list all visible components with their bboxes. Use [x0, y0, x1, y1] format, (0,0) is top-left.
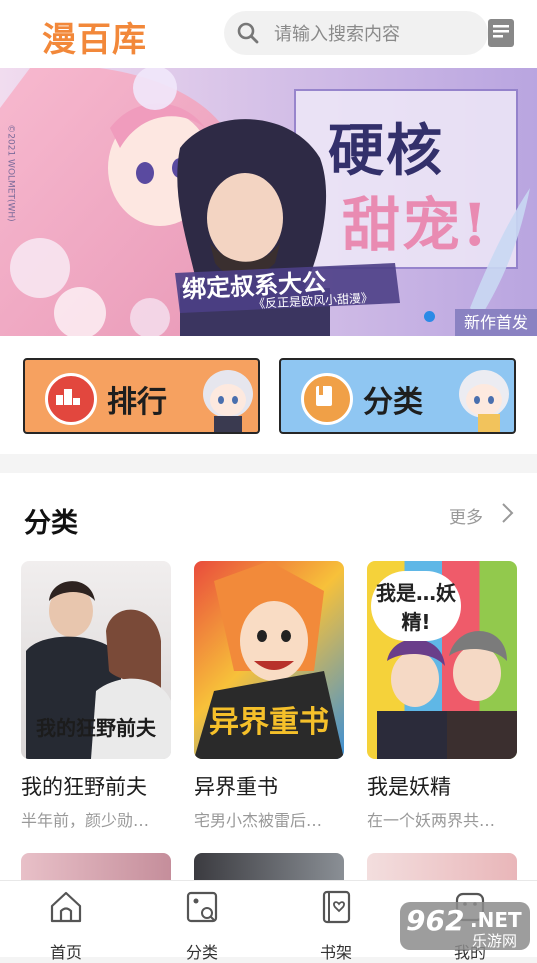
more-link[interactable]: 更多	[449, 503, 483, 528]
comic-title[interactable]: 我是妖精	[367, 771, 451, 801]
category-button[interactable]: 分类	[279, 358, 516, 434]
tab-home[interactable]: 首页	[26, 881, 106, 962]
chibi-character-icon	[203, 370, 253, 432]
comic-title[interactable]: 异界重书	[194, 771, 278, 801]
tab-bookshelf[interactable]: 书架	[296, 881, 376, 962]
tab-category[interactable]: 分类	[162, 881, 242, 962]
category-label: 分类	[363, 385, 423, 420]
watermark-number: 962	[406, 904, 465, 937]
tab-category-label: 分类	[185, 943, 218, 962]
quick-entry-row: 排行 分类	[0, 336, 537, 454]
comic-card-partial[interactable]	[367, 853, 517, 881]
category-icon	[301, 373, 353, 425]
banner-headline-2: 甜宠!	[342, 191, 490, 259]
bookshelf-shortcut-icon[interactable]	[485, 17, 517, 49]
promo-banner[interactable]: 硬核 甜宠! 绑定叔系大公 《反正是欧风小甜漫》 ©2021 WOLMET(WH…	[0, 68, 537, 336]
bookshelf-icon	[322, 890, 351, 924]
rank-icon	[45, 373, 97, 425]
cover-title: 异界重书	[209, 705, 329, 740]
comic-cover[interactable]: 我是…妖精!	[367, 561, 517, 759]
comic-cover[interactable]: 异界重书	[194, 561, 344, 759]
watermark-site: 乐游网	[472, 932, 518, 950]
home-icon	[50, 891, 82, 923]
search-input[interactable]	[272, 18, 476, 50]
comic-card-partial[interactable]	[194, 853, 344, 881]
comic-desc: 宅男小杰被雷后…	[194, 811, 323, 830]
category-icon	[186, 891, 218, 923]
rank-button[interactable]: 排行	[23, 358, 260, 434]
site-watermark: 962 .NET 乐游网	[398, 898, 532, 954]
top-header: 漫百库	[0, 0, 537, 68]
tab-bookshelf-label: 书架	[319, 943, 352, 962]
comic-title[interactable]: 我的狂野前夫	[21, 771, 147, 801]
comic-card[interactable]: 异界重书 异界重书 宅男小杰被雷后…	[194, 561, 344, 830]
comic-cover[interactable]: 我的狂野前夫	[21, 561, 171, 759]
comic-card[interactable]: 我的狂野前夫 我的狂野前夫 半年前，颜少勋…	[21, 561, 171, 830]
comic-card-partial[interactable]	[21, 853, 171, 881]
comic-desc: 在一个妖两界共…	[367, 811, 496, 830]
banner-badge: 新作首发	[455, 309, 537, 336]
banner-copyright: ©2021 WOLMET(WH)	[5, 124, 16, 222]
chibi-character-icon	[459, 370, 509, 432]
rank-label: 排行	[107, 385, 167, 420]
carousel-dot-active[interactable]	[424, 311, 435, 322]
comic-desc: 半年前，颜少勋…	[21, 811, 150, 830]
chevron-right-icon[interactable]	[500, 502, 514, 524]
tab-home-label: 首页	[49, 943, 82, 962]
app-logo: 漫百库	[42, 20, 147, 60]
search-bar[interactable]	[224, 11, 488, 55]
watermark-net: .NET	[470, 908, 522, 932]
comic-card[interactable]: 我是…妖精! 我是妖精 在一个妖两界共…	[367, 561, 517, 830]
search-icon	[237, 22, 259, 44]
banner-headline-1: 硬核	[328, 118, 444, 184]
cover-title: 我是…妖精!	[371, 571, 461, 641]
section-title: 分类	[24, 508, 78, 539]
cover-title: 我的狂野前夫	[36, 716, 156, 740]
